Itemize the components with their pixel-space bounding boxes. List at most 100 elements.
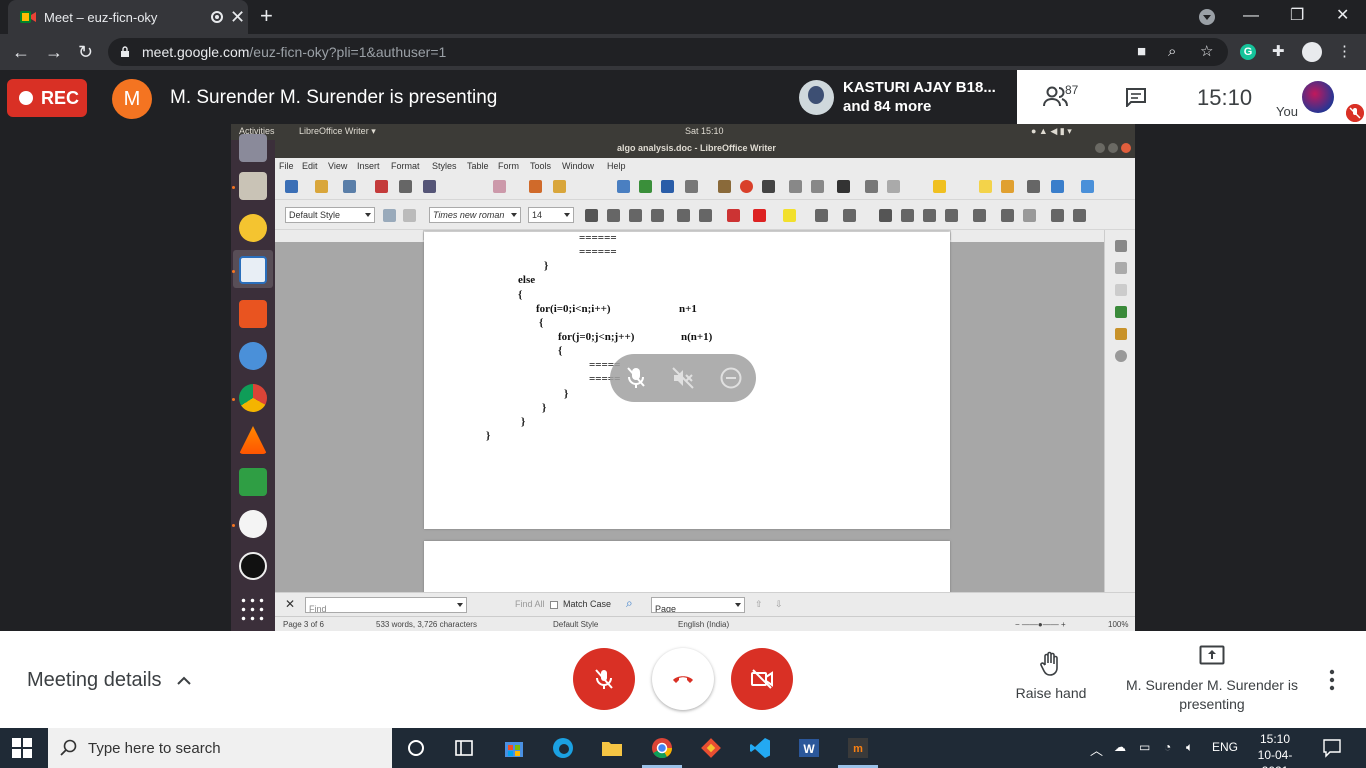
mic-muted-icon <box>627 367 645 388</box>
menu-insert: Insert <box>357 161 380 171</box>
zoom-icon[interactable]: ⌕ <box>1168 43 1176 61</box>
tab-search-icon[interactable] <box>1199 9 1215 25</box>
task-view-icon[interactable] <box>452 736 476 760</box>
chevron-down-icon <box>735 603 741 607</box>
microphone-toggle-button[interactable] <box>573 648 635 710</box>
vscode-icon[interactable] <box>748 736 772 760</box>
app-menu-label: LibreOffice Writer ▾ <box>299 126 376 136</box>
moodle-app-icon[interactable]: m <box>846 736 870 760</box>
new-tab-button[interactable]: + <box>260 5 273 27</box>
chevron-up-icon[interactable] <box>177 674 191 688</box>
launcher-app-grid-icon <box>239 596 267 624</box>
url-text: meet.google.com/euz-ficn-oky?pli=1&authu… <box>142 44 447 60</box>
taskbar-clock[interactable]: 15:10 10-04-2021 <box>1250 731 1300 768</box>
launcher-chrome-icon <box>239 384 267 412</box>
reload-icon[interactable]: ↻ <box>78 40 93 64</box>
cortana-icon[interactable] <box>404 736 428 760</box>
taskbar-search-box[interactable]: Type here to search <box>48 728 392 768</box>
windows-start-icon[interactable] <box>12 738 32 758</box>
chat-icon[interactable] <box>1125 87 1147 107</box>
word-icon[interactable]: W <box>797 736 821 760</box>
extensions-icon[interactable]: ✚ <box>1272 43 1285 61</box>
code-line: else <box>518 274 536 286</box>
present-screen-icon <box>1199 645 1225 665</box>
presenting-title: M. Surender M. Surender is presenting <box>170 87 498 108</box>
font-size-combo: 14 <box>528 207 574 223</box>
writer-minimize-icon <box>1095 143 1105 153</box>
status-language: English (India) <box>678 620 730 629</box>
minimize-icon[interactable]: — <box>1243 4 1259 28</box>
writer-maximize-icon <box>1108 143 1118 153</box>
save-icon <box>343 180 356 193</box>
remove-circle-icon <box>720 367 742 389</box>
clone-format-icon <box>529 180 542 193</box>
sidebar-manage-changes-icon <box>1115 350 1127 362</box>
store-icon[interactable] <box>502 736 526 760</box>
subscript-icon <box>699 209 712 222</box>
file-explorer-icon[interactable] <box>600 736 624 760</box>
onedrive-icon[interactable]: ☁ <box>1114 740 1126 754</box>
present-now-button[interactable]: M. Surender M. Surender is presenting <box>1125 645 1299 715</box>
back-icon[interactable]: ← <box>12 40 30 64</box>
sidebar-gallery-icon <box>1115 306 1127 318</box>
launcher-vlc-icon <box>239 426 267 454</box>
raise-hand-label: Raise hand <box>1015 685 1087 701</box>
code-line: } <box>486 430 491 442</box>
new-style-icon <box>403 209 416 222</box>
address-bar[interactable]: meet.google.com/euz-ficn-oky?pli=1&authu… <box>108 38 1228 66</box>
code-line: for(j=0;j<n;j++) <box>558 331 635 343</box>
browser-toolbar: ← → ↻ meet.google.com/euz-ficn-oky?pli=1… <box>0 34 1366 70</box>
bookmark-star-icon[interactable]: ☆ <box>1200 43 1213 61</box>
bookmark-icon <box>933 180 946 193</box>
increase-indent-icon <box>1051 209 1064 222</box>
justify-icon <box>945 209 958 222</box>
clear-formatting-icon <box>727 209 740 222</box>
camera-toggle-button[interactable] <box>731 648 793 710</box>
wifi-icon[interactable]: ◔ <box>1164 740 1171 754</box>
grammarly-extension-icon[interactable]: G <box>1240 44 1256 60</box>
self-avatar[interactable] <box>1302 81 1334 113</box>
launcher-obs-icon <box>239 552 267 580</box>
volume-muted-icon <box>672 367 694 389</box>
undo-icon <box>553 180 566 193</box>
writer-sidebar <box>1104 230 1135 592</box>
sidebar-properties-icon <box>1115 240 1127 252</box>
participant-tile[interactable]: KASTURI AJAY B18... and 84 more <box>791 70 1017 124</box>
window-close-icon[interactable]: ✕ <box>1336 4 1349 28</box>
battery-icon[interactable]: ▭ <box>1139 740 1150 754</box>
presenter-media-overlay <box>610 354 756 402</box>
font-name-combo: Times new roman <box>429 207 521 223</box>
meet-favicon-icon <box>20 11 36 23</box>
more-options-icon[interactable] <box>1329 669 1335 691</box>
language-indicator[interactable]: ENG <box>1212 740 1238 754</box>
leave-call-button[interactable] <box>652 648 714 710</box>
speaker-icon[interactable]: 🔈︎ <box>1186 740 1193 755</box>
git-icon[interactable] <box>699 736 723 760</box>
print-icon <box>399 180 412 193</box>
browser-tab-meet[interactable]: Meet – euz-ficn-oky ✕ <box>8 0 248 34</box>
insert-field-icon <box>811 180 824 193</box>
insert-line-icon <box>1027 180 1040 193</box>
you-label: You <box>1276 104 1298 119</box>
chrome-menu-icon[interactable]: ⋮ <box>1337 43 1352 61</box>
numbering-icon <box>843 209 856 222</box>
notifications-icon[interactable] <box>1322 738 1342 758</box>
insert-chart-icon <box>740 180 753 193</box>
meeting-details-button[interactable]: Meeting details <box>27 669 162 692</box>
writer-menubar: File Edit View Insert Format Styles Tabl… <box>275 158 1135 174</box>
chrome-profile-avatar[interactable] <box>1302 42 1322 62</box>
edge-icon[interactable] <box>551 736 575 760</box>
code-annotation: n(n+1) <box>681 331 713 343</box>
chrome-taskbar-icon[interactable] <box>650 736 674 760</box>
special-character-icon <box>837 180 850 193</box>
windows-taskbar: Type here to search W m ︿ ☁ ▭ ◔ 🔈︎ ENG 1… <box>0 728 1366 768</box>
track-changes-icon <box>1001 180 1014 193</box>
forward-icon[interactable]: → <box>45 40 63 64</box>
code-line: } <box>542 402 547 414</box>
writer-title-bar: algo analysis.doc - LibreOffice Writer <box>275 140 1135 158</box>
writer-status-bar: Page 3 of 6 533 words, 3,726 characters … <box>275 616 1135 631</box>
camera-blocked-icon[interactable]: ■ <box>1137 43 1146 61</box>
tray-overflow-icon[interactable]: ︿ <box>1090 740 1103 759</box>
restore-icon[interactable]: ❐ <box>1290 4 1304 28</box>
tab-close-icon[interactable]: ✕ <box>230 7 245 27</box>
